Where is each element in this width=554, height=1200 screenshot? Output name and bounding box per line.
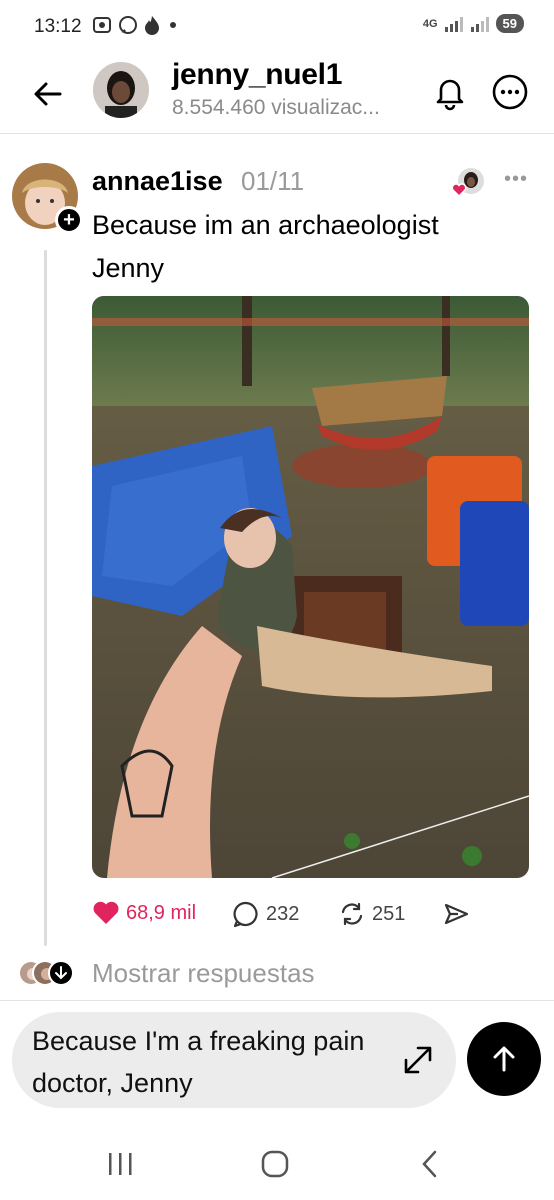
chevron-left-icon — [422, 1150, 437, 1178]
view-count: 8.554.460 visualizac... — [172, 96, 380, 119]
status-bar: 13:12 4G 59 — [0, 0, 554, 56]
notification-icons — [92, 15, 176, 35]
expand-icon — [404, 1046, 432, 1074]
plus-icon: + — [63, 209, 75, 231]
show-replies[interactable]: Mostrar respuestas — [0, 954, 554, 994]
comment-bubble-icon — [233, 901, 258, 928]
send-button[interactable] — [467, 1022, 541, 1096]
repost-button[interactable]: 251 — [338, 900, 405, 928]
more-circle-icon — [492, 74, 528, 110]
post-author-username[interactable]: annae1ise — [92, 166, 223, 197]
profile-username[interactable]: jenny_nuel1 — [172, 58, 342, 92]
network-label: 4G — [422, 17, 438, 30]
divider — [0, 1000, 554, 1001]
comment-button[interactable]: 232 — [232, 900, 299, 928]
like-count: 68,9 mil — [126, 901, 197, 924]
arrow-left-icon — [34, 82, 62, 106]
heart-badge-icon — [451, 183, 467, 198]
like-button[interactable]: 68,9 mil — [92, 900, 196, 926]
repost-icon — [341, 902, 363, 926]
send-icon — [444, 903, 469, 925]
show-replies-label: Mostrar respuestas — [92, 958, 315, 988]
whatsapp-icon — [119, 16, 137, 34]
recent-apps-icon — [109, 1153, 132, 1175]
share-button[interactable] — [442, 900, 470, 928]
home-icon — [261, 1150, 289, 1178]
thread-line — [44, 250, 47, 946]
follow-button[interactable]: + — [55, 206, 83, 234]
more-notifications-dot — [170, 22, 176, 28]
signal-2-icon — [470, 16, 489, 32]
reply-input[interactable]: Because I'm a freaking pain doctor, Jenn… — [32, 1020, 392, 1104]
system-nav-bar — [0, 1130, 554, 1200]
screenshot-icon — [93, 17, 111, 33]
home-button[interactable] — [250, 1144, 300, 1184]
reply-avatars — [18, 960, 80, 988]
signal-icon — [444, 16, 463, 32]
post-image[interactable] — [92, 296, 529, 878]
thread-header: jenny_nuel1 8.554.460 visualizac... — [0, 56, 554, 134]
battery-indicator: 59 — [495, 14, 524, 33]
reply-composer[interactable]: Because I'm a freaking pain doctor, Jenn… — [12, 1012, 456, 1108]
comment-count: 232 — [266, 902, 300, 925]
post-actions: 68,9 mil 232 251 — [92, 900, 512, 936]
back-button[interactable] — [28, 74, 68, 114]
more-options-button[interactable] — [490, 72, 530, 112]
arrow-up-icon — [493, 1046, 515, 1072]
expand-replies-icon — [48, 960, 74, 986]
status-time: 13:12 — [34, 16, 82, 37]
back-nav-button[interactable] — [405, 1144, 455, 1184]
recent-apps-button[interactable] — [95, 1144, 145, 1184]
bell-icon — [436, 79, 464, 111]
post: + annae1ise 01/11 ••• Because im an arch… — [0, 146, 554, 996]
system-status: 4G 59 — [423, 14, 524, 33]
profile-avatar[interactable] — [93, 62, 149, 118]
post-text: Because im an archaeologist Jenny — [92, 210, 439, 283]
post-date: 01/11 — [241, 166, 305, 196]
tinder-icon — [145, 16, 159, 35]
repost-count: 251 — [372, 902, 406, 925]
notifications-button[interactable] — [430, 72, 470, 112]
expand-composer-button[interactable] — [398, 1040, 438, 1080]
heart-filled-icon — [93, 901, 119, 924]
post-more-button[interactable]: ••• — [504, 168, 528, 191]
